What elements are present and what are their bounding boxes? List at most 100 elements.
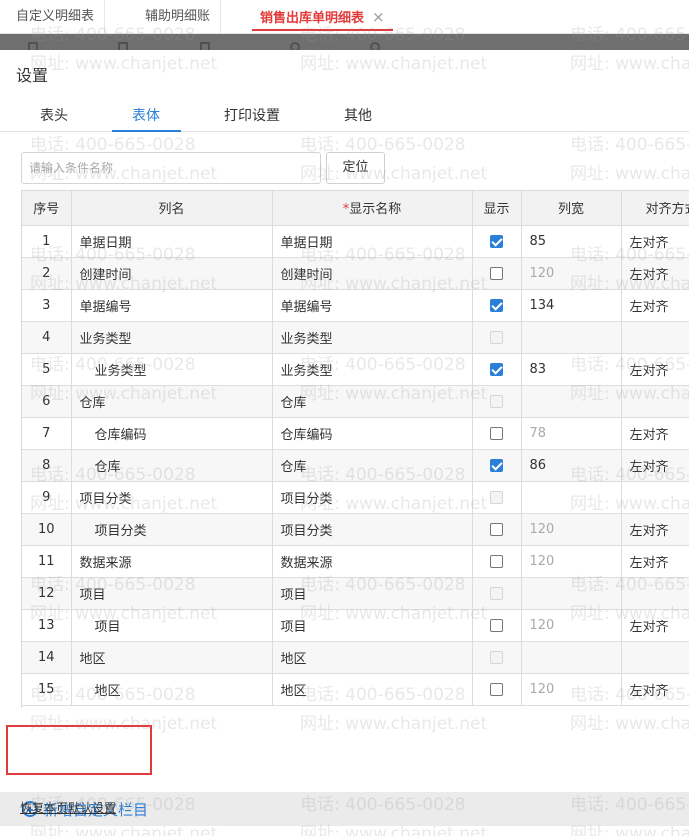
table-row: 7 仓库编码 仓库编码 78 左对齐	[22, 417, 689, 450]
tab-other[interactable]: 其他	[344, 105, 372, 125]
cell-column-name: 仓库	[71, 449, 273, 482]
close-icon[interactable]: ×	[372, 8, 385, 26]
cell-align[interactable]: 左对齐	[621, 673, 689, 706]
cell-display-name[interactable]: 数据来源	[272, 545, 473, 578]
cell-display-name[interactable]: 项目	[272, 609, 473, 642]
show-checkbox[interactable]	[490, 298, 503, 312]
cell-width[interactable]: 120	[521, 673, 622, 706]
show-checkbox[interactable]	[490, 458, 503, 472]
cell-column-name: 项目	[71, 609, 273, 642]
dialog-title: 设置	[16, 66, 49, 85]
cell-show	[472, 225, 522, 258]
settings-dialog: 设置 表头 表体 打印设置 其他 定位 序号 列名 *显示名称 显示 列宽 对齐…	[0, 50, 689, 836]
cell-display-name[interactable]: 业务类型	[272, 321, 473, 354]
tab-body[interactable]: 表体	[132, 105, 160, 125]
app-tab-aux-ledger[interactable]: 辅助明细账	[135, 0, 222, 34]
cell-align[interactable]: 左对齐	[621, 353, 689, 386]
col-header-width: 列宽	[521, 191, 622, 226]
app-tab-custom-detail[interactable]: 自定义明细表	[6, 0, 106, 34]
cell-align[interactable]: 左对齐	[621, 609, 689, 642]
cell-show	[472, 481, 522, 514]
cell-display-name[interactable]: 业务类型	[272, 353, 473, 386]
cell-align[interactable]	[621, 577, 689, 610]
cell-align[interactable]: 左对齐	[621, 545, 689, 578]
cell-column-name: 地区	[71, 673, 273, 706]
cell-display-name[interactable]: 创建时间	[272, 257, 473, 290]
cell-width[interactable]	[521, 385, 622, 418]
cell-width[interactable]: 134	[521, 289, 622, 322]
cell-align[interactable]: 左对齐	[621, 257, 689, 290]
cell-align[interactable]	[621, 385, 689, 418]
cell-display-name[interactable]: 地区	[272, 673, 473, 706]
show-checkbox[interactable]	[490, 522, 503, 536]
condition-search-input[interactable]	[21, 152, 321, 184]
cell-display-name[interactable]: 项目分类	[272, 513, 473, 546]
cell-width[interactable]: 120	[521, 609, 622, 642]
app-tab-sales-outbound[interactable]: 销售出库单明细表 ×	[250, 0, 395, 34]
restore-defaults-link[interactable]: 恢复本页默认设置	[20, 799, 116, 816]
cell-seq: 13	[22, 609, 72, 642]
columns-table: 序号 列名 *显示名称 显示 列宽 对齐方式 1单据日期单据日期85左对齐2创建…	[21, 190, 689, 708]
tab-header[interactable]: 表头	[40, 105, 68, 125]
cell-width[interactable]: 120	[521, 513, 622, 546]
cell-align[interactable]	[621, 321, 689, 354]
cell-show	[472, 513, 522, 546]
table-row: 10 项目分类 项目分类 120 左对齐	[22, 513, 689, 546]
show-checkbox[interactable]	[490, 234, 503, 248]
app-tab-bar: 自定义明细表 辅助明细账 销售出库单明细表 ×	[0, 0, 689, 34]
table-row: 13 项目 项目 120 左对齐	[22, 609, 689, 642]
cell-align[interactable]: 左对齐	[621, 417, 689, 450]
cell-align[interactable]: 左对齐	[621, 513, 689, 546]
cell-width[interactable]	[521, 321, 622, 354]
cell-column-name: 数据来源	[71, 545, 273, 578]
show-checkbox	[490, 394, 503, 408]
cell-width[interactable]: 86	[521, 449, 622, 482]
cell-width[interactable]	[521, 641, 622, 674]
table-row: 6 仓库 仓库	[22, 385, 689, 418]
table-row: 11 数据来源 数据来源 120 左对齐	[22, 545, 689, 578]
cell-align[interactable]	[621, 481, 689, 514]
show-checkbox[interactable]	[490, 554, 503, 568]
table-row: 1 单据日期 单据日期 85 左对齐	[22, 225, 689, 258]
cell-column-name: 仓库	[71, 385, 273, 418]
cell-display-name[interactable]: 单据编号	[272, 289, 473, 322]
cell-display-name[interactable]: 仓库	[272, 449, 473, 482]
cell-width[interactable]	[521, 481, 622, 514]
cell-width[interactable]: 85	[521, 225, 622, 258]
cell-show	[472, 417, 522, 450]
tab-print-settings[interactable]: 打印设置	[224, 105, 280, 125]
cell-display-name[interactable]: 地区	[272, 641, 473, 674]
table-row: 2 创建时间 创建时间 120 左对齐	[22, 257, 689, 290]
cell-display-name[interactable]: 仓库	[272, 385, 473, 418]
cell-align[interactable]	[621, 641, 689, 674]
cell-align[interactable]: 左对齐	[621, 225, 689, 258]
cell-align[interactable]: 左对齐	[621, 289, 689, 322]
cell-column-name: 创建时间	[71, 257, 273, 290]
cell-display-name[interactable]: 单据日期	[272, 225, 473, 258]
table-row: 12 项目 项目	[22, 577, 689, 610]
cell-width[interactable]: 78	[521, 417, 622, 450]
cell-width[interactable]: 120	[521, 257, 622, 290]
show-checkbox[interactable]	[490, 682, 503, 696]
cell-width[interactable]: 83	[521, 353, 622, 386]
cell-display-name[interactable]: 项目分类	[272, 481, 473, 514]
cell-seq: 3	[22, 289, 72, 322]
cell-column-name: 项目分类	[71, 481, 273, 514]
show-checkbox[interactable]	[490, 266, 503, 280]
cell-display-name[interactable]: 仓库编码	[272, 417, 473, 450]
cell-show	[472, 385, 522, 418]
show-checkbox[interactable]	[490, 618, 503, 632]
active-tab-indicator	[252, 29, 393, 31]
locate-button[interactable]: 定位	[326, 152, 385, 184]
cell-show	[472, 449, 522, 482]
cell-align[interactable]: 左对齐	[621, 449, 689, 482]
table-row: 9 项目分类 项目分类	[22, 481, 689, 514]
cell-display-name[interactable]: 项目	[272, 577, 473, 610]
cell-width[interactable]	[521, 577, 622, 610]
cell-width[interactable]: 120	[521, 545, 622, 578]
show-checkbox[interactable]	[490, 426, 503, 440]
show-checkbox[interactable]	[490, 362, 503, 376]
active-tab-underline	[112, 130, 181, 132]
col-header-name: 列名	[71, 191, 273, 226]
cell-seq: 4	[22, 321, 72, 354]
